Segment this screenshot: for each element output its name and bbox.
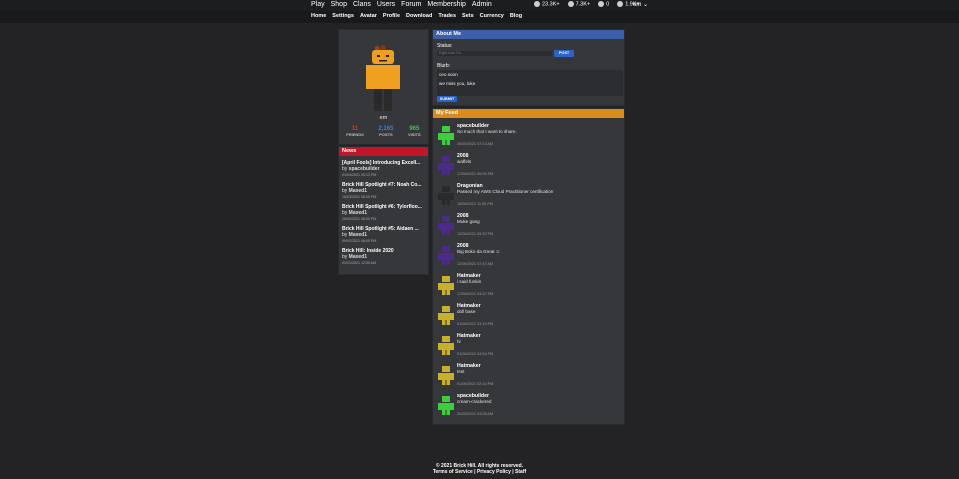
- feed-timestamp: 20/05/2021 04:08 AM: [457, 412, 494, 416]
- about-me-header: About Me: [433, 30, 624, 39]
- news-panel: News [April Fools] Introducing Excell...…: [338, 146, 429, 275]
- subnav-settings[interactable]: Settings: [332, 13, 354, 19]
- bucks-icon: [534, 1, 540, 7]
- news-item[interactable]: Brick Hill: Inside 2020 by Maxed1 01/01/…: [339, 248, 428, 266]
- messages-stat[interactable]: 0: [598, 1, 609, 7]
- subnav-profile[interactable]: Profile: [383, 13, 400, 19]
- feed-avatar[interactable]: [437, 275, 455, 295]
- feed-item[interactable]: Hatmaker test 01/06/2021 02:10 PM: [433, 363, 624, 393]
- chevron-down-icon: ⌄: [643, 2, 649, 8]
- feed-item[interactable]: 2008 Big Boko da Great :c 12/06/2021 07:47…: [433, 243, 624, 273]
- status-label: Status:: [437, 43, 453, 49]
- footer-links[interactable]: Terms of Service | Privacy Policy | Staf…: [0, 469, 959, 475]
- feed-avatar[interactable]: [437, 155, 455, 175]
- header-stats: 23.3K+ 7.3K+ 0 1.9K+: [534, 1, 640, 7]
- avatar-image[interactable]: [353, 34, 413, 114]
- feed-header: My Feed: [433, 109, 624, 118]
- post-button[interactable]: POST: [554, 50, 574, 57]
- feed-avatar[interactable]: [437, 125, 455, 145]
- bits-icon: [567, 1, 574, 7]
- feed-message: test: [457, 369, 465, 374]
- subnav-sets[interactable]: Sets: [462, 13, 474, 19]
- feed-avatar[interactable]: [437, 215, 455, 235]
- news-header: News: [339, 147, 428, 156]
- nav-forum[interactable]: Forum: [401, 1, 421, 8]
- news-item[interactable]: Brick Hill Spotlight #7: Noah Co... by M…: [339, 182, 428, 200]
- nav-membership[interactable]: Membership: [427, 1, 466, 8]
- feed-message: Passed my AWS Cloud Practitioner certifi…: [457, 189, 554, 194]
- submit-button[interactable]: SUBMIT: [437, 96, 457, 102]
- feed-timestamp: 01/06/2021 04:54 PM: [457, 352, 494, 356]
- nav-play[interactable]: Play: [311, 1, 325, 8]
- feed-timestamp: 17/06/2021 04:37 PM: [457, 292, 494, 296]
- blurb-label: Blurb:: [437, 63, 451, 69]
- feed-timestamp: 12/06/2021 09:32 PM: [457, 232, 494, 236]
- feed-message: Big Boko da Great :c: [457, 249, 500, 254]
- feed-message: hi: [457, 339, 461, 344]
- subnav-avatar[interactable]: Avatar: [360, 13, 377, 19]
- about-me-panel: About Me Status: Right now I'm... POST B…: [432, 29, 625, 106]
- posts-count[interactable]: 2,165 POSTS: [378, 126, 393, 137]
- news-item[interactable]: [April Fools] Introducing Excell... by s…: [339, 160, 428, 178]
- feed-avatar[interactable]: [437, 245, 455, 265]
- messages-icon: [598, 1, 605, 7]
- feed-item[interactable]: Hatmaker i said funkin 17/06/2021 04:37 PM: [433, 273, 624, 303]
- feed-avatar[interactable]: [437, 335, 455, 355]
- feed-message: i said funkin: [457, 279, 482, 284]
- feed-timestamp: 01/06/2021 02:10 PM: [457, 382, 494, 386]
- profile-username: em: [379, 115, 388, 121]
- feed-item[interactable]: Hatmaker hi 01/06/2021 04:54 PM: [433, 333, 624, 363]
- feed-panel: My Feed spacebuilder So much that I want …: [432, 108, 625, 425]
- feed-message: waffels: [457, 159, 472, 164]
- feed-timestamp: 20/05/2021 07:13 AM: [457, 142, 494, 146]
- feed-item[interactable]: spacebuilder cream-crackered 20/05/2021 04…: [433, 393, 624, 423]
- feed-message: Muke gang: [457, 219, 480, 224]
- feed-item[interactable]: Dragonian Passed my AWS Cloud Practitione…: [433, 183, 624, 213]
- news-item[interactable]: Brick Hill Spotlight #6: Tylorfloo... by…: [339, 204, 428, 222]
- feed-timestamp: 17/06/2021 06:05 PM: [457, 172, 494, 176]
- feed-timestamp: 01/06/2021 03:19 PM: [457, 322, 494, 326]
- subnav-currency[interactable]: Currency: [480, 13, 504, 19]
- friends-count[interactable]: 11 FRIENDS: [346, 126, 364, 137]
- feed-item[interactable]: Hatmaker doll base 01/06/2021 03:19 PM: [433, 303, 624, 333]
- bits-stat[interactable]: 7.3K+: [567, 1, 590, 7]
- nav-users[interactable]: Users: [377, 1, 395, 8]
- feed-avatar[interactable]: [437, 185, 455, 205]
- feed-avatar[interactable]: [437, 395, 455, 415]
- friends-icon: [617, 1, 624, 7]
- subnav-home[interactable]: Home: [311, 13, 326, 19]
- feed-avatar[interactable]: [437, 305, 455, 325]
- bucks-stat[interactable]: 23.3K+: [534, 1, 560, 7]
- sub-nav: Home Settings Avatar Profile Download Tr…: [311, 13, 522, 19]
- feed-timestamp: 15/06/2021 11:06 PM: [457, 202, 494, 206]
- profile-card: em 11 FRIENDS 2,165 POSTS 965 VISITS: [338, 29, 429, 145]
- blurb-textarea[interactable]: ceo soon we miss you, luke: [437, 70, 623, 96]
- profile-stats: 11 FRIENDS 2,165 POSTS 965 VISITS: [339, 126, 428, 137]
- visits-count: 965 VISITS: [408, 126, 421, 137]
- subnav-trades[interactable]: Trades: [438, 13, 456, 19]
- nav-admin[interactable]: Admin: [472, 1, 492, 8]
- news-item[interactable]: Brick Hill Spotlight #5: Aidaen ... by M…: [339, 226, 428, 244]
- footer: © 2021 Brick Hill. All rights reserved. …: [0, 463, 959, 475]
- nav-shop[interactable]: Shop: [331, 1, 347, 8]
- feed-message: cream-crackered: [457, 399, 492, 404]
- feed-message: doll base: [457, 309, 476, 314]
- subnav-download[interactable]: Download: [406, 13, 432, 19]
- feed-item[interactable]: 2008 Muke gang 12/06/2021 09:32 PM: [433, 213, 624, 243]
- status-input[interactable]: Right now I'm...: [437, 51, 552, 56]
- feed-avatar[interactable]: [437, 365, 455, 385]
- feed-item[interactable]: 2008 waffels 17/06/2021 06:05 PM: [433, 153, 624, 183]
- nav-clans[interactable]: Clans: [353, 1, 371, 8]
- main-nav: Play Shop Clans Users Forum Membership A…: [311, 1, 492, 8]
- user-menu[interactable]: em ⌄: [633, 1, 648, 8]
- subnav-blog[interactable]: Blog: [510, 13, 522, 19]
- feed-message: So much that I want to share.: [457, 129, 517, 134]
- feed-timestamp: 12/06/2021 07:47 AM: [457, 262, 494, 266]
- feed-item[interactable]: spacebuilder So much that I want to share…: [433, 123, 624, 153]
